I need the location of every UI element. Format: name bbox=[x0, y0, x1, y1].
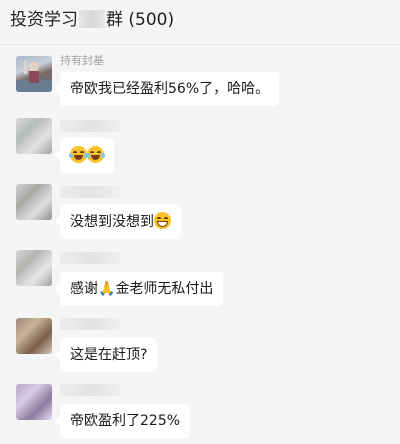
avatar[interactable] bbox=[16, 318, 52, 354]
chat-title[interactable]: 投资学习 群 (500) bbox=[10, 5, 174, 30]
message-bubble[interactable]: 没想到没想到 bbox=[55, 204, 181, 239]
avatar-image bbox=[16, 60, 52, 92]
redacted-sender-name bbox=[60, 318, 120, 330]
tears-of-joy-emoji bbox=[86, 146, 105, 163]
folded-hands-emoji: 🙏 bbox=[98, 281, 116, 297]
message-bubble[interactable]: 帝欧我已经盈利56%了，哈哈。 bbox=[54, 72, 280, 106]
avatar[interactable] bbox=[16, 56, 52, 92]
message-text: 没想到没想到 bbox=[70, 214, 154, 230]
tears-of-joy-emoji bbox=[69, 146, 88, 163]
message-bubble[interactable]: 这是在赶顶? bbox=[54, 338, 158, 372]
redacted-sender-name bbox=[60, 384, 120, 396]
header-divider bbox=[0, 44, 400, 45]
redacted-sender-name bbox=[60, 120, 120, 132]
message-text: 感谢 bbox=[70, 281, 98, 297]
redacted-sender-name bbox=[60, 252, 120, 264]
avatar[interactable] bbox=[16, 184, 52, 220]
avatar[interactable] bbox=[16, 118, 52, 154]
chat-header: 投资学习 群 (500) bbox=[0, 0, 400, 44]
avatar[interactable] bbox=[16, 384, 52, 420]
chat-title-prefix: 投资学习 bbox=[10, 10, 78, 30]
sender-name[interactable]: 持有封基 bbox=[60, 52, 104, 68]
avatar[interactable] bbox=[16, 250, 52, 286]
redacted-sender-name bbox=[60, 186, 120, 198]
message-bubble[interactable]: 感谢🙏金老师无私付出 bbox=[54, 272, 224, 306]
message-bubble[interactable]: 帝欧盈利了225% bbox=[54, 404, 191, 438]
grinning-face-emoji bbox=[154, 212, 171, 229]
message-bubble[interactable] bbox=[55, 138, 114, 173]
chat-title-suffix: 群 (500) bbox=[106, 10, 175, 30]
redacted-title-fragment bbox=[79, 10, 105, 28]
message-text: 金老师无私付出 bbox=[115, 281, 214, 297]
